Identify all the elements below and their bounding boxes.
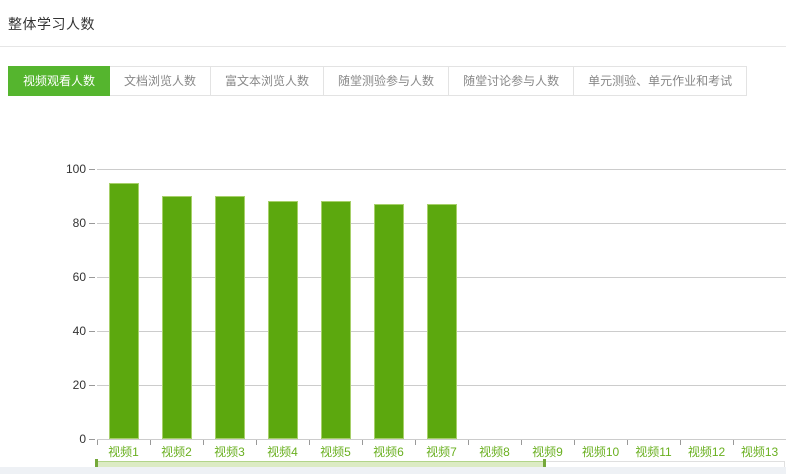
bar-video-1[interactable] [109, 183, 139, 440]
y-axis-tick [89, 169, 95, 170]
y-axis-label: 40 [46, 324, 86, 338]
y-axis-tick [89, 223, 95, 224]
y-axis-tick [89, 385, 95, 386]
x-axis-label-video-11: 视频11 [627, 445, 680, 459]
x-axis-label-video-13: 视频13 [733, 445, 786, 459]
x-axis-label-video-6: 视频6 [362, 445, 415, 459]
y-axis-label: 60 [46, 270, 86, 284]
y-axis-tick [89, 277, 95, 278]
gridline [97, 169, 786, 170]
bar-video-5[interactable] [321, 201, 351, 439]
page-background-strip [0, 467, 786, 474]
y-axis-label: 80 [46, 216, 86, 230]
bar-video-2[interactable] [162, 196, 192, 439]
x-axis-label-video-7: 视频7 [415, 445, 468, 459]
x-axis-label-video-3: 视频3 [203, 445, 256, 459]
bar-video-3[interactable] [215, 196, 245, 439]
x-axis-label-video-1: 视频1 [97, 445, 150, 459]
bar-video-7[interactable] [427, 204, 457, 439]
gridline [97, 439, 786, 440]
y-axis-tick [89, 439, 95, 440]
x-axis-label-video-2: 视频2 [150, 445, 203, 459]
bar-video-6[interactable] [374, 204, 404, 439]
bar-chart: 020406080100视频1视频2视频3视频4视频5视频6视频7视频8视频9视… [0, 0, 786, 474]
x-axis-label-video-9: 视频9 [521, 445, 574, 459]
y-axis-tick [89, 331, 95, 332]
x-axis-label-video-5: 视频5 [309, 445, 362, 459]
x-axis-label-video-8: 视频8 [468, 445, 521, 459]
x-axis-label-video-12: 视频12 [680, 445, 733, 459]
y-axis-label: 100 [46, 162, 86, 176]
y-axis-label: 0 [46, 432, 86, 446]
bar-video-4[interactable] [268, 201, 298, 439]
x-axis-label-video-10: 视频10 [574, 445, 627, 459]
x-axis-label-video-4: 视频4 [256, 445, 309, 459]
y-axis-label: 20 [46, 378, 86, 392]
